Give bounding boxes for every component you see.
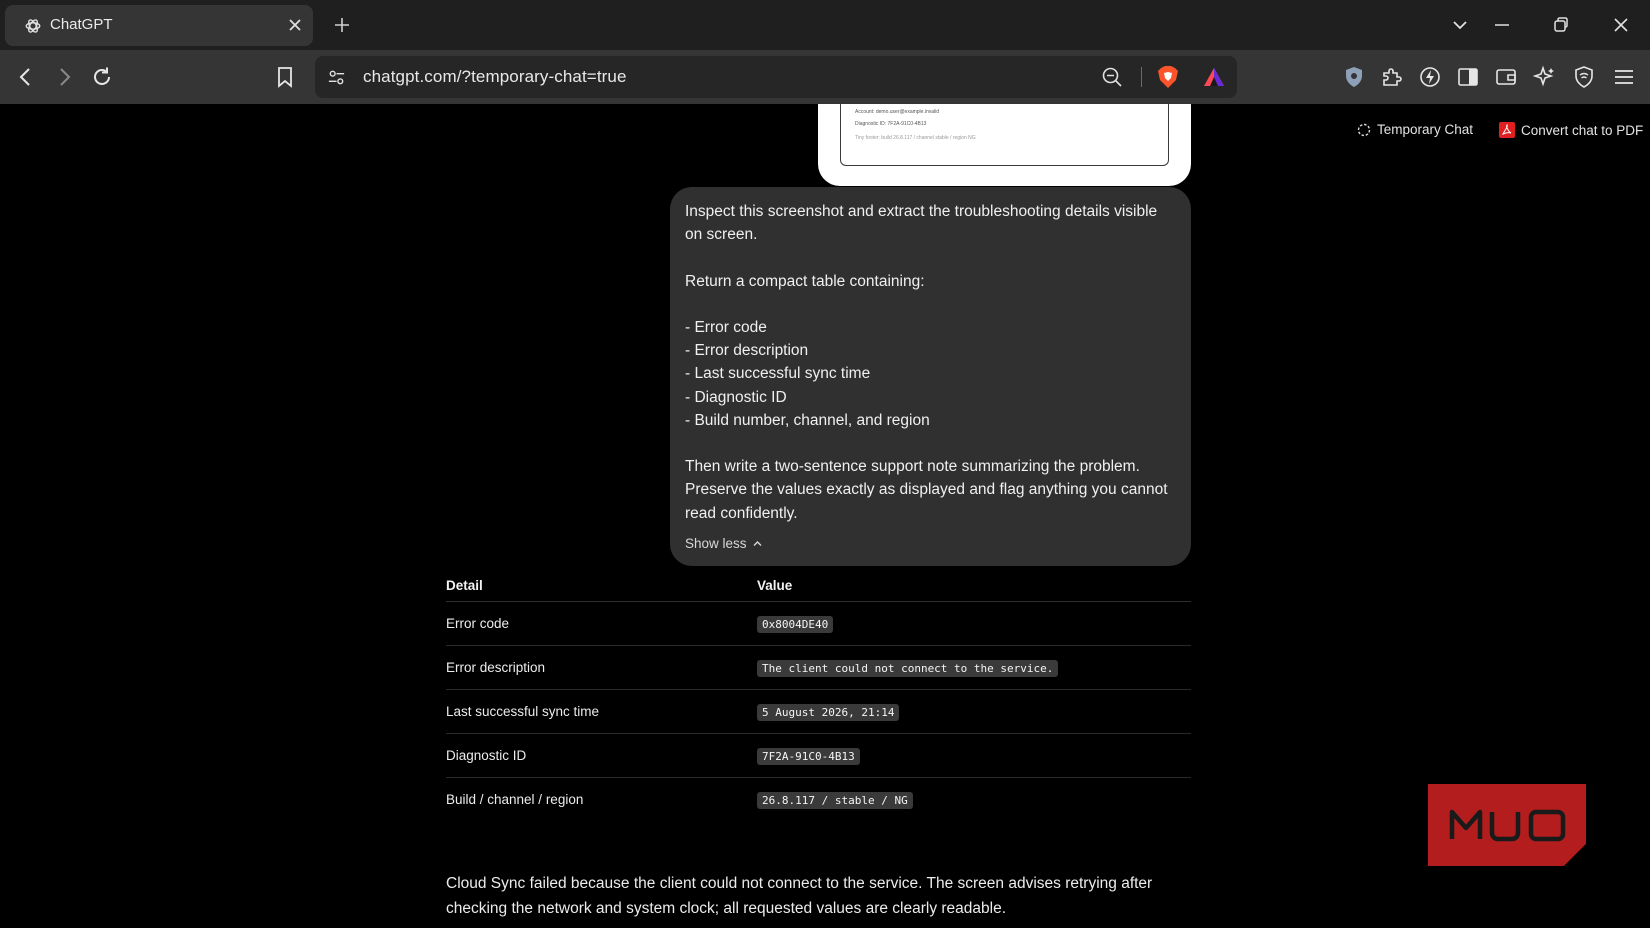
tab-title: ChatGPT [50, 16, 113, 33]
temporary-chat-indicator[interactable]: Temporary Chat [1357, 122, 1473, 137]
convert-pdf-button[interactable]: Convert chat to PDF [1499, 122, 1643, 138]
detail-cell: Error description [446, 660, 546, 675]
message-list-item: - Build number, channel, and region [685, 411, 930, 429]
table-header: Detail Value [446, 574, 1191, 602]
table-row: Error code 0x8004DE40 [446, 602, 1191, 646]
image-text-line: Diagnostic ID: 7F2A-91C0-4B13 [855, 121, 927, 127]
leo-bolt-icon[interactable] [1418, 65, 1442, 89]
value-code-cell: 7F2A-91C0-4B13 [757, 748, 860, 765]
muo-watermark-logo [1428, 784, 1586, 866]
extensions-icon[interactable] [1380, 65, 1404, 89]
detail-cell: Last successful sync time [446, 704, 600, 719]
message-line: on screen. [685, 226, 758, 244]
table-row: Diagnostic ID 7F2A-91C0-4B13 [446, 734, 1191, 778]
minimize-icon[interactable] [1492, 15, 1512, 35]
value-code-cell: 0x8004DE40 [757, 616, 834, 633]
column-header-detail: Detail [446, 578, 483, 593]
tab-close-icon[interactable] [286, 16, 304, 34]
message-line: Return a compact table containing: [685, 272, 925, 290]
new-tab-icon[interactable] [333, 16, 351, 34]
user-message-bubble: Inspect this screenshot and extract the … [670, 187, 1191, 566]
message-line: Inspect this screenshot and extract the … [685, 203, 1158, 220]
url-text[interactable]: chatgpt.com/?temporary-chat=true [363, 67, 627, 87]
temporary-chat-label: Temporary Chat [1377, 122, 1474, 137]
sidebar-icon[interactable] [1456, 65, 1480, 89]
summary-line: Cloud Sync failed because the client cou… [446, 875, 1153, 892]
value-code-cell: The client could not connect to the serv… [757, 660, 1059, 677]
message-line: read confidently. [685, 504, 798, 522]
response-summary: Cloud Sync failed because the client cou… [446, 871, 1166, 921]
detail-cell: Build / channel / region [446, 792, 584, 807]
browser-toolbar: chatgpt.com/?temporary-chat=true [0, 50, 1650, 104]
table-row: Build / channel / region 26.8.117 / stab… [446, 778, 1191, 822]
vpn-shield-icon[interactable] [1342, 65, 1366, 89]
address-bar[interactable]: chatgpt.com/?temporary-chat=true [315, 56, 1237, 98]
convert-pdf-label: Convert chat to PDF [1521, 122, 1644, 138]
attached-screenshot[interactable]: Account: demo.user@example.invalid Diagn… [818, 104, 1191, 186]
message-list-item: - Error description [685, 342, 809, 360]
column-header-value: Value [757, 578, 793, 593]
message-line: Preserve the values exactly as displayed… [685, 481, 1168, 499]
table-row: Error description The client could not c… [446, 646, 1191, 690]
chevron-up-icon [753, 541, 762, 547]
value-code-cell: 26.8.117 / stable / NG [757, 792, 913, 809]
leo-ai-sparkle-icon[interactable] [1533, 65, 1557, 89]
tab-list-chevron-icon[interactable] [1450, 15, 1470, 35]
menu-icon[interactable] [1612, 65, 1636, 89]
show-less-button[interactable]: Show less [685, 532, 763, 555]
zoom-icon[interactable] [1101, 66, 1123, 88]
brave-shields-icon[interactable] [1157, 65, 1179, 89]
show-less-label: Show less [685, 536, 747, 551]
image-text-line: Account: demo.user@example.invalid [855, 109, 940, 115]
pdf-icon [1499, 122, 1515, 138]
chat-page: Temporary Chat Convert chat to PDF Accou… [0, 104, 1650, 928]
address-separator [1141, 67, 1142, 87]
image-text-line: Tiny footer: build 26.8.117 / channel st… [855, 135, 976, 141]
summary-line: checking the network and system clock; a… [446, 900, 1007, 917]
value-code-cell: 5 August 2026, 21:14 [757, 704, 900, 721]
detail-cell: Diagnostic ID [446, 748, 527, 763]
close-window-icon[interactable] [1611, 15, 1631, 35]
back-icon[interactable] [14, 65, 38, 89]
openai-logo-icon [25, 19, 41, 33]
message-list-item: - Diagnostic ID [685, 388, 787, 406]
brave-vpn-icon[interactable] [1572, 65, 1596, 89]
restore-icon[interactable] [1551, 15, 1571, 35]
tab-strip: ChatGPT [0, 0, 1650, 50]
temporary-chat-icon [1357, 123, 1371, 136]
brave-rewards-icon[interactable] [1202, 66, 1226, 88]
attached-screenshot-content: Account: demo.user@example.invalid Diagn… [840, 104, 1169, 166]
message-list-item: - Error code [685, 318, 767, 336]
site-settings-icon[interactable] [327, 68, 346, 87]
response-table: Detail Value Error code 0x8004DE40 Error… [446, 574, 1191, 822]
forward-icon[interactable] [52, 65, 76, 89]
message-line: Then write a two-sentence support note s… [685, 458, 1140, 476]
wallet-icon[interactable] [1494, 65, 1518, 89]
browser-tab-chatgpt[interactable]: ChatGPT [5, 5, 313, 46]
detail-cell: Error code [446, 616, 510, 631]
reload-icon[interactable] [90, 65, 114, 89]
message-list-item: - Last successful sync time [685, 365, 871, 383]
table-row: Last successful sync time 5 August 2026,… [446, 690, 1191, 734]
bookmark-icon[interactable] [273, 65, 297, 89]
